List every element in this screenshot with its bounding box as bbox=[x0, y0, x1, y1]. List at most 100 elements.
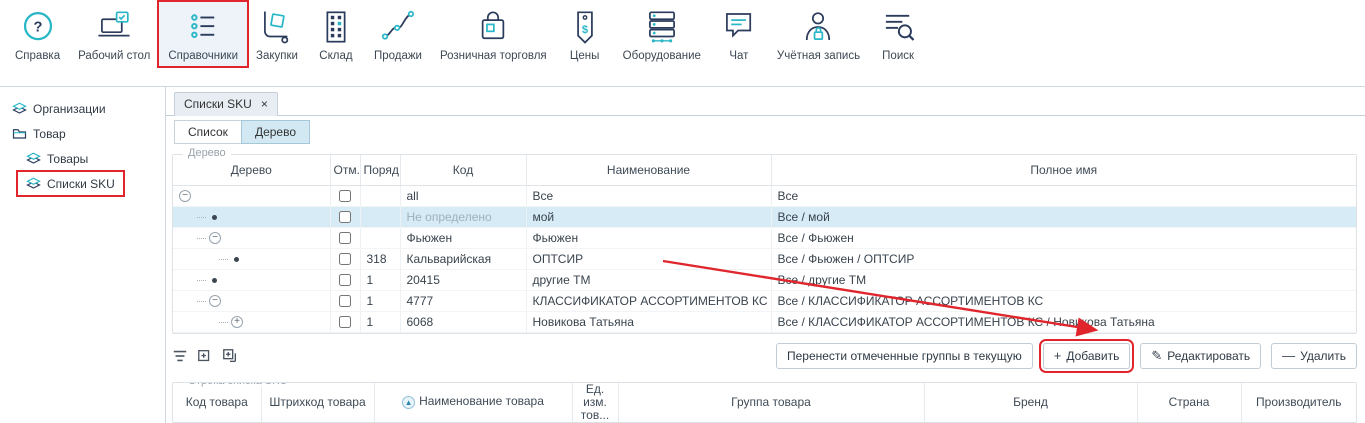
table-row[interactable]: 318 Кальварийская ОПТСИР Все / Фьюжен / … bbox=[173, 248, 1356, 269]
checkbox-cell bbox=[330, 248, 360, 269]
add-button[interactable]: + Добавить bbox=[1043, 343, 1131, 369]
full-name-cell: Все / мой bbox=[771, 206, 1356, 227]
sku-row-groupbox: Строка списка SKU Код товара Штрихкод то… bbox=[172, 382, 1357, 423]
row-checkbox[interactable] bbox=[339, 295, 351, 307]
tree-table: Дерево Отм. Поряд Код Наименование Полно… bbox=[173, 155, 1356, 333]
column-header-product-code[interactable]: Код товара bbox=[173, 383, 261, 423]
edit-button[interactable]: ✎ Редактировать bbox=[1140, 343, 1261, 369]
expand-all-icon[interactable] bbox=[222, 348, 238, 364]
checkbox-cell bbox=[330, 311, 360, 332]
tree-tools bbox=[172, 348, 238, 364]
row-checkbox[interactable] bbox=[339, 211, 351, 223]
sort-ascending-icon[interactable]: ▲ bbox=[402, 396, 415, 409]
filter-icon[interactable] bbox=[172, 348, 188, 364]
column-header-manufacturer[interactable]: Производитель bbox=[1241, 383, 1356, 423]
sidebar-item-products[interactable]: Товары bbox=[18, 147, 96, 170]
column-header-code[interactable]: Код bbox=[400, 155, 526, 185]
checkbox-cell bbox=[330, 269, 360, 290]
tree-leaf-icon bbox=[212, 215, 217, 220]
code-cell: 4777 bbox=[400, 290, 526, 311]
toolbar-label: Оборудование bbox=[623, 50, 701, 62]
toolbar-item-account[interactable]: Учётная запись bbox=[768, 2, 869, 66]
table-row[interactable]: 1 20415 другие ТМ Все / другие ТМ bbox=[173, 269, 1356, 290]
delete-button[interactable]: — Удалить bbox=[1271, 343, 1357, 369]
tree-leaf-icon bbox=[212, 278, 217, 283]
row-checkbox[interactable] bbox=[339, 232, 351, 244]
toolbar-item-warehouse[interactable]: Склад bbox=[307, 2, 365, 66]
minus-icon: — bbox=[1282, 349, 1295, 362]
toolbar-item-search[interactable]: Поиск bbox=[869, 2, 927, 66]
toolbar-label: Поиск bbox=[882, 50, 914, 62]
toolbar-item-chat[interactable]: Чат bbox=[710, 2, 768, 66]
sidebar-item-product[interactable]: Товар bbox=[4, 122, 74, 145]
help-icon: ? bbox=[18, 7, 58, 47]
svg-text:$: $ bbox=[582, 24, 589, 36]
checkbox-cell bbox=[330, 290, 360, 311]
sidebar-item-organizations[interactable]: Организации bbox=[4, 97, 114, 120]
column-header-checked[interactable]: Отм. bbox=[330, 155, 360, 185]
tree-collapse-icon[interactable]: − bbox=[209, 295, 221, 307]
sidebar-item-sku-lists[interactable]: Списки SKU bbox=[18, 172, 123, 195]
column-header-country[interactable]: Страна bbox=[1137, 383, 1241, 423]
tree-connector bbox=[219, 322, 228, 323]
desktop-icon bbox=[94, 7, 134, 47]
column-header-product-name[interactable]: ▲Наименование товара bbox=[374, 383, 572, 423]
name-cell: КЛАССИФИКАТОР АССОРТИМЕНТОВ КС bbox=[526, 290, 771, 311]
chat-icon bbox=[719, 7, 759, 47]
subtab-tree[interactable]: Дерево bbox=[241, 120, 310, 144]
table-row-selected[interactable]: Не определено мой Все / мой bbox=[173, 206, 1356, 227]
row-checkbox[interactable] bbox=[339, 253, 351, 265]
toolbar-label: Продажи bbox=[374, 50, 422, 62]
add-button-label: Добавить bbox=[1066, 349, 1119, 363]
toolbar-item-purchases[interactable]: Закупки bbox=[247, 2, 307, 66]
toolbar-item-prices[interactable]: $ Цены bbox=[556, 2, 614, 66]
column-header-name[interactable]: Наименование bbox=[526, 155, 771, 185]
table-row[interactable]: − Фьюжен Фьюжен Все / Фьюжен bbox=[173, 227, 1356, 248]
column-header-order[interactable]: Поряд bbox=[360, 155, 400, 185]
toolbar-item-retail[interactable]: Розничная торговля bbox=[431, 2, 556, 66]
toolbar-label: Чат bbox=[729, 50, 748, 62]
column-header-brand[interactable]: Бренд bbox=[924, 383, 1137, 423]
svg-text:?: ? bbox=[33, 19, 42, 35]
close-icon[interactable]: × bbox=[261, 98, 268, 110]
toolbar-label: Учётная запись bbox=[777, 50, 860, 62]
toolbar-item-help[interactable]: ? Справка bbox=[6, 2, 69, 66]
name-cell: ОПТСИР bbox=[526, 248, 771, 269]
tree-cell bbox=[173, 206, 330, 227]
table-row[interactable]: − all Все Все bbox=[173, 185, 1356, 206]
tab-sku-lists[interactable]: Списки SKU × bbox=[174, 92, 278, 116]
equipment-icon bbox=[642, 7, 682, 47]
row-checkbox[interactable] bbox=[339, 190, 351, 202]
column-header-barcode[interactable]: Штрихкод товара bbox=[261, 383, 374, 423]
tree-collapse-icon[interactable]: − bbox=[209, 232, 221, 244]
sidebar-item-label: Списки SKU bbox=[47, 177, 115, 191]
order-cell bbox=[360, 206, 400, 227]
row-checkbox[interactable] bbox=[339, 316, 351, 328]
purchases-icon bbox=[257, 7, 297, 47]
tree-connector bbox=[219, 259, 228, 260]
toolbar-item-equipment[interactable]: Оборудование bbox=[614, 2, 710, 66]
tree-cell: − bbox=[173, 290, 330, 311]
tree-expand-icon[interactable]: + bbox=[231, 316, 243, 328]
code-cell: 6068 bbox=[400, 311, 526, 332]
code-cell: Не определено bbox=[400, 206, 526, 227]
column-header-unit[interactable]: Ед. изм. тов... bbox=[572, 383, 618, 423]
tab-bar: Списки SKU × bbox=[166, 87, 1365, 116]
toolbar-item-directories[interactable]: Справочники bbox=[159, 2, 247, 66]
name-cell: другие ТМ bbox=[526, 269, 771, 290]
full-name-cell: Все / КЛАССИФИКАТОР АССОРТИМЕНТОВ КС / Н… bbox=[771, 311, 1356, 332]
column-header-full-name[interactable]: Полное имя bbox=[771, 155, 1356, 185]
table-row[interactable]: + 1 6068 Новикова Татьяна Все / КЛАССИФИ… bbox=[173, 311, 1356, 332]
layers-icon bbox=[26, 176, 41, 191]
order-cell: 318 bbox=[360, 248, 400, 269]
transfer-groups-button[interactable]: Перенести отмеченные группы в текущую bbox=[776, 343, 1033, 369]
column-header-tree[interactable]: Дерево bbox=[173, 155, 330, 185]
table-row[interactable]: − 1 4777 КЛАССИФИКАТОР АССОРТИМЕНТОВ КС … bbox=[173, 290, 1356, 311]
toolbar-item-sales[interactable]: Продажи bbox=[365, 2, 431, 66]
column-header-product-group[interactable]: Группа товара bbox=[618, 383, 924, 423]
toolbar-item-desktop[interactable]: Рабочий стол bbox=[69, 2, 159, 66]
subtab-list[interactable]: Список bbox=[174, 120, 242, 144]
expand-branch-icon[interactable] bbox=[197, 348, 213, 364]
tree-collapse-icon[interactable]: − bbox=[179, 190, 191, 202]
row-checkbox[interactable] bbox=[339, 274, 351, 286]
